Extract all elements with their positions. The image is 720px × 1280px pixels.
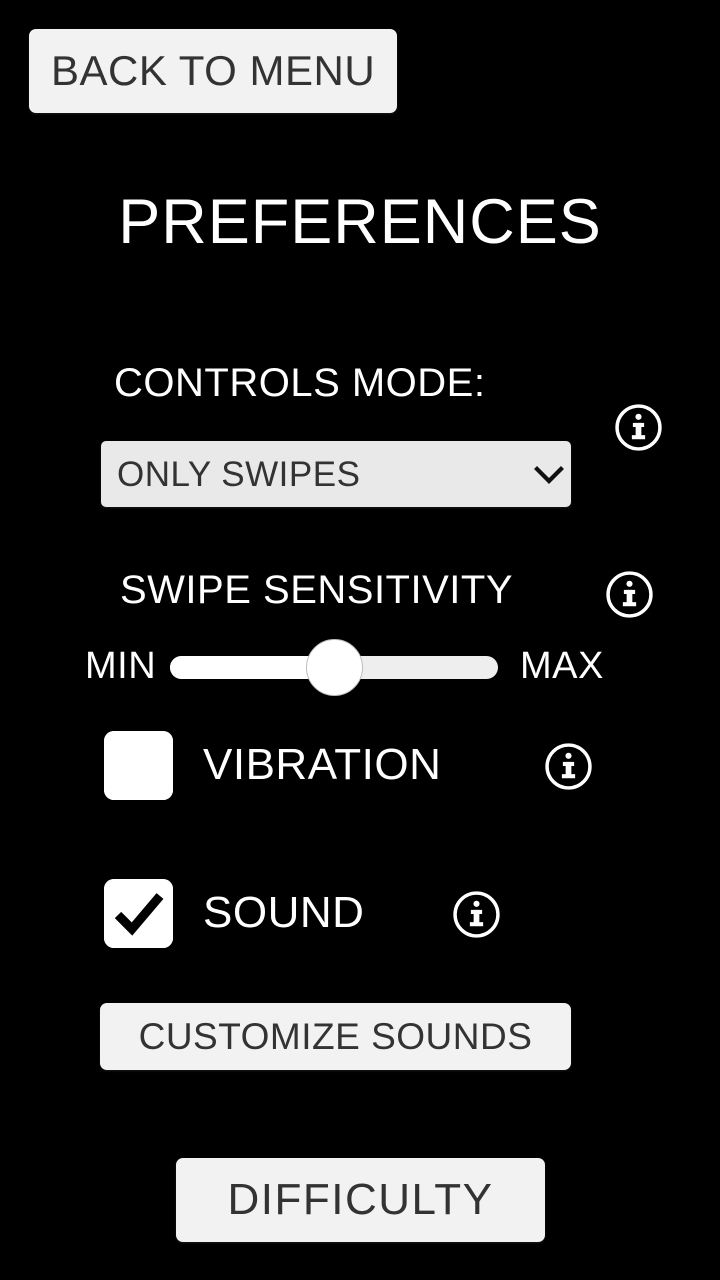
preferences-screen: BACK TO MENU PREFERENCES CONTROLS MODE: … <box>0 0 720 1280</box>
back-to-menu-button[interactable]: BACK TO MENU <box>29 29 397 113</box>
swipe-sensitivity-slider-row: MIN MAX <box>0 638 720 698</box>
slider-max-label: MAX <box>520 645 604 687</box>
info-icon-controls-mode[interactable] <box>614 403 663 452</box>
vibration-row: VIBRATION <box>0 731 720 801</box>
slider-min-label: MIN <box>85 645 157 687</box>
controls-mode-label: CONTROLS MODE: <box>114 361 486 405</box>
vibration-checkbox[interactable] <box>104 731 173 800</box>
info-icon-sound[interactable] <box>452 890 501 939</box>
sound-label: SOUND <box>203 888 365 937</box>
sound-checkbox[interactable] <box>104 879 173 948</box>
info-icon-swipe-sensitivity[interactable] <box>605 570 654 619</box>
checkbox-unchecked-icon <box>104 731 173 800</box>
sound-row: SOUND <box>0 879 720 949</box>
checkbox-checked-icon <box>104 879 173 948</box>
difficulty-button[interactable]: DIFFICULTY <box>176 1158 545 1242</box>
swipe-sensitivity-label: SWIPE SENSITIVITY <box>120 568 514 612</box>
customize-sounds-button[interactable]: CUSTOMIZE SOUNDS <box>100 1003 571 1070</box>
page-title: PREFERENCES <box>118 187 602 257</box>
vibration-label: VIBRATION <box>203 740 442 789</box>
controls-mode-select[interactable]: ONLY SWIPES <box>101 441 571 507</box>
slider-thumb[interactable] <box>306 639 363 696</box>
swipe-sensitivity-slider[interactable] <box>170 639 498 696</box>
info-icon-vibration[interactable] <box>544 742 593 791</box>
